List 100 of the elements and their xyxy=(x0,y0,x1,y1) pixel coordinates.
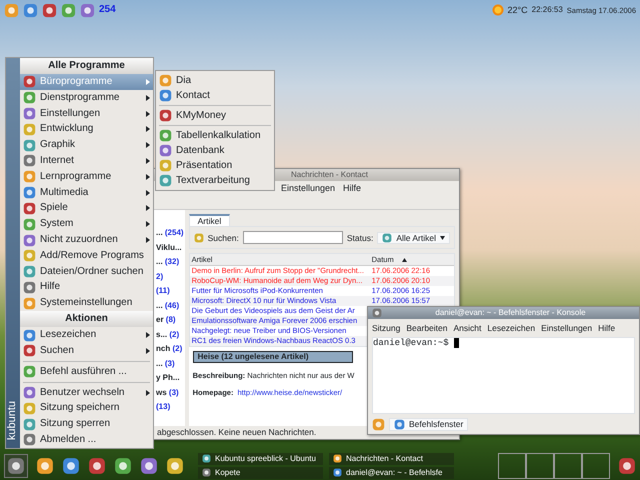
program-icon xyxy=(23,418,36,431)
dropdown-arrow-icon xyxy=(440,236,445,240)
feed-item[interactable]: er (8) xyxy=(156,315,185,330)
menu-item[interactable]: Hilfe xyxy=(343,183,362,194)
program-icon xyxy=(23,234,36,247)
window-title: Nachrichten - Kontact xyxy=(291,169,368,181)
feed-item[interactable]: s... (2) xyxy=(156,330,185,344)
menu-item[interactable]: Nicht zuzuordnen xyxy=(20,232,153,248)
window-icon xyxy=(202,468,211,477)
program-icon xyxy=(23,265,36,278)
article-tab[interactable]: Artikel xyxy=(188,214,230,226)
menu-item[interactable]: Hilfe xyxy=(20,280,153,296)
feed-item[interactable]: y Ph... xyxy=(156,373,185,388)
program-icon xyxy=(23,186,36,200)
menu-item[interactable]: Spiele xyxy=(20,200,153,216)
menu-item[interactable]: Lesezeichen xyxy=(20,327,153,343)
program-icon xyxy=(159,109,172,122)
program-icon xyxy=(23,433,36,446)
menu-item[interactable]: Systemeinstellungen xyxy=(20,295,153,312)
program-icon xyxy=(23,402,36,415)
menu-item[interactable]: KMyMoney xyxy=(156,108,274,123)
cursor xyxy=(454,338,459,348)
menu-item[interactable]: Lesezeichen xyxy=(487,322,536,334)
menu-item[interactable]: Dia xyxy=(156,73,274,88)
menu-item[interactable]: Kontact xyxy=(156,88,274,103)
menu-item[interactable]: Datenbank xyxy=(156,143,274,158)
program-icon xyxy=(23,122,36,136)
feed-item[interactable]: ... (254) xyxy=(156,228,185,242)
window-title: daniel@evan: ~ - Befehlsfenster - Konsole xyxy=(434,307,587,319)
menu-item[interactable]: Sitzung speichern xyxy=(20,400,153,416)
sun-icon xyxy=(492,4,504,16)
menu-item[interactable]: Multimedia xyxy=(20,184,153,200)
menu-item[interactable]: Textverarbeitung xyxy=(156,173,274,188)
menu-item[interactable]: Präsentation xyxy=(156,158,274,173)
program-icon xyxy=(159,74,172,87)
program-icon xyxy=(159,159,172,172)
program-icon xyxy=(23,107,36,120)
menu-item[interactable]: Befehl ausführen ... xyxy=(20,364,153,380)
feed-item[interactable]: Viklu... xyxy=(156,242,185,257)
program-icon xyxy=(23,296,36,310)
desktop-pager-cell[interactable] xyxy=(498,453,526,479)
k-menu-button[interactable] xyxy=(4,454,28,478)
menu-item[interactable]: Graphik xyxy=(20,137,153,154)
menu-item[interactable]: Dateien/Ordner suchen xyxy=(20,264,153,280)
menu-item[interactable]: Dienstprogramme xyxy=(20,90,153,106)
menu-item[interactable]: Sitzung xyxy=(372,322,400,334)
feed-item[interactable]: ws (3) xyxy=(156,388,185,402)
window-icon xyxy=(333,468,342,477)
feed-header: Heise (12 ungelesene Artikel) xyxy=(192,351,353,363)
program-icon xyxy=(23,170,36,184)
feed-item[interactable]: (11) xyxy=(156,286,185,300)
desktop-pager-cell[interactable] xyxy=(582,453,610,479)
taskbar-entry[interactable]: Kopete xyxy=(198,466,323,478)
prompt-text: daniel@evan:~$ xyxy=(373,338,449,349)
search-field[interactable] xyxy=(242,231,343,244)
feed-item[interactable]: (13) xyxy=(156,402,185,416)
menu-item[interactable]: Einstellungen xyxy=(281,183,336,194)
menu-item[interactable]: Benutzer wechseln xyxy=(20,384,153,400)
menu-item[interactable]: Einstellungen xyxy=(541,322,592,334)
status-dropdown[interactable]: Alle Artikel xyxy=(377,232,450,244)
desktop-pager-cell[interactable] xyxy=(526,453,554,479)
menu-item[interactable]: Tabellenkalkulation xyxy=(156,128,274,143)
window-icon xyxy=(202,454,211,463)
menu-item[interactable]: Ansicht xyxy=(453,322,482,334)
taskbar-entry[interactable]: daniel@evan: ~ - Befehlsfe xyxy=(329,466,454,478)
program-icon xyxy=(23,249,36,262)
taskbar-entry[interactable]: Nachrichten - Kontact xyxy=(329,452,454,464)
menu-item[interactable]: Add/Remove Programs xyxy=(20,248,153,264)
program-icon xyxy=(159,144,172,157)
program-icon xyxy=(23,91,36,104)
menu-item[interactable]: Hilfe xyxy=(598,322,616,334)
mail-count: 254 xyxy=(99,4,116,16)
taskbar-entry[interactable]: Kubuntu spreeblick - Ubuntu xyxy=(198,452,323,464)
status-bar-text: abgeschlossen. Keine neuen Nachrichten. xyxy=(157,427,316,438)
feed-item[interactable]: ... (46) xyxy=(156,300,185,315)
desktop-pager-cell[interactable] xyxy=(554,453,582,479)
menu-item[interactable]: Bearbeiten xyxy=(406,322,448,334)
feed-item[interactable]: nch (2) xyxy=(156,344,185,358)
program-icon xyxy=(23,280,36,294)
menu-item[interactable]: Lernprogramme xyxy=(20,168,153,185)
session-tab[interactable]: Befehlsfenster xyxy=(389,418,468,430)
program-icon xyxy=(23,218,36,231)
menu-item[interactable]: Suchen xyxy=(20,343,153,359)
menu-item[interactable]: Sitzung sperren xyxy=(20,416,153,432)
menu-item[interactable]: Internet xyxy=(20,153,153,169)
program-icon xyxy=(23,386,36,399)
feed-item[interactable]: ... (3) xyxy=(156,358,185,373)
window-icon xyxy=(333,454,342,463)
program-icon xyxy=(23,138,36,152)
menu-item[interactable]: Entwicklung xyxy=(20,121,153,138)
clock[interactable]: 22:26:53 xyxy=(532,5,563,15)
feed-item[interactable]: 2) xyxy=(156,272,185,286)
menu-item[interactable]: Einstellungen xyxy=(20,106,153,122)
program-icon xyxy=(23,328,36,342)
menu-item[interactable]: Abmelden ... xyxy=(20,432,153,448)
program-icon xyxy=(23,344,36,358)
program-icon xyxy=(23,154,36,168)
feed-item[interactable]: ... (32) xyxy=(156,257,185,272)
menu-item[interactable]: System xyxy=(20,216,153,232)
terminal-area[interactable]: daniel@evan:~$ xyxy=(372,337,635,414)
